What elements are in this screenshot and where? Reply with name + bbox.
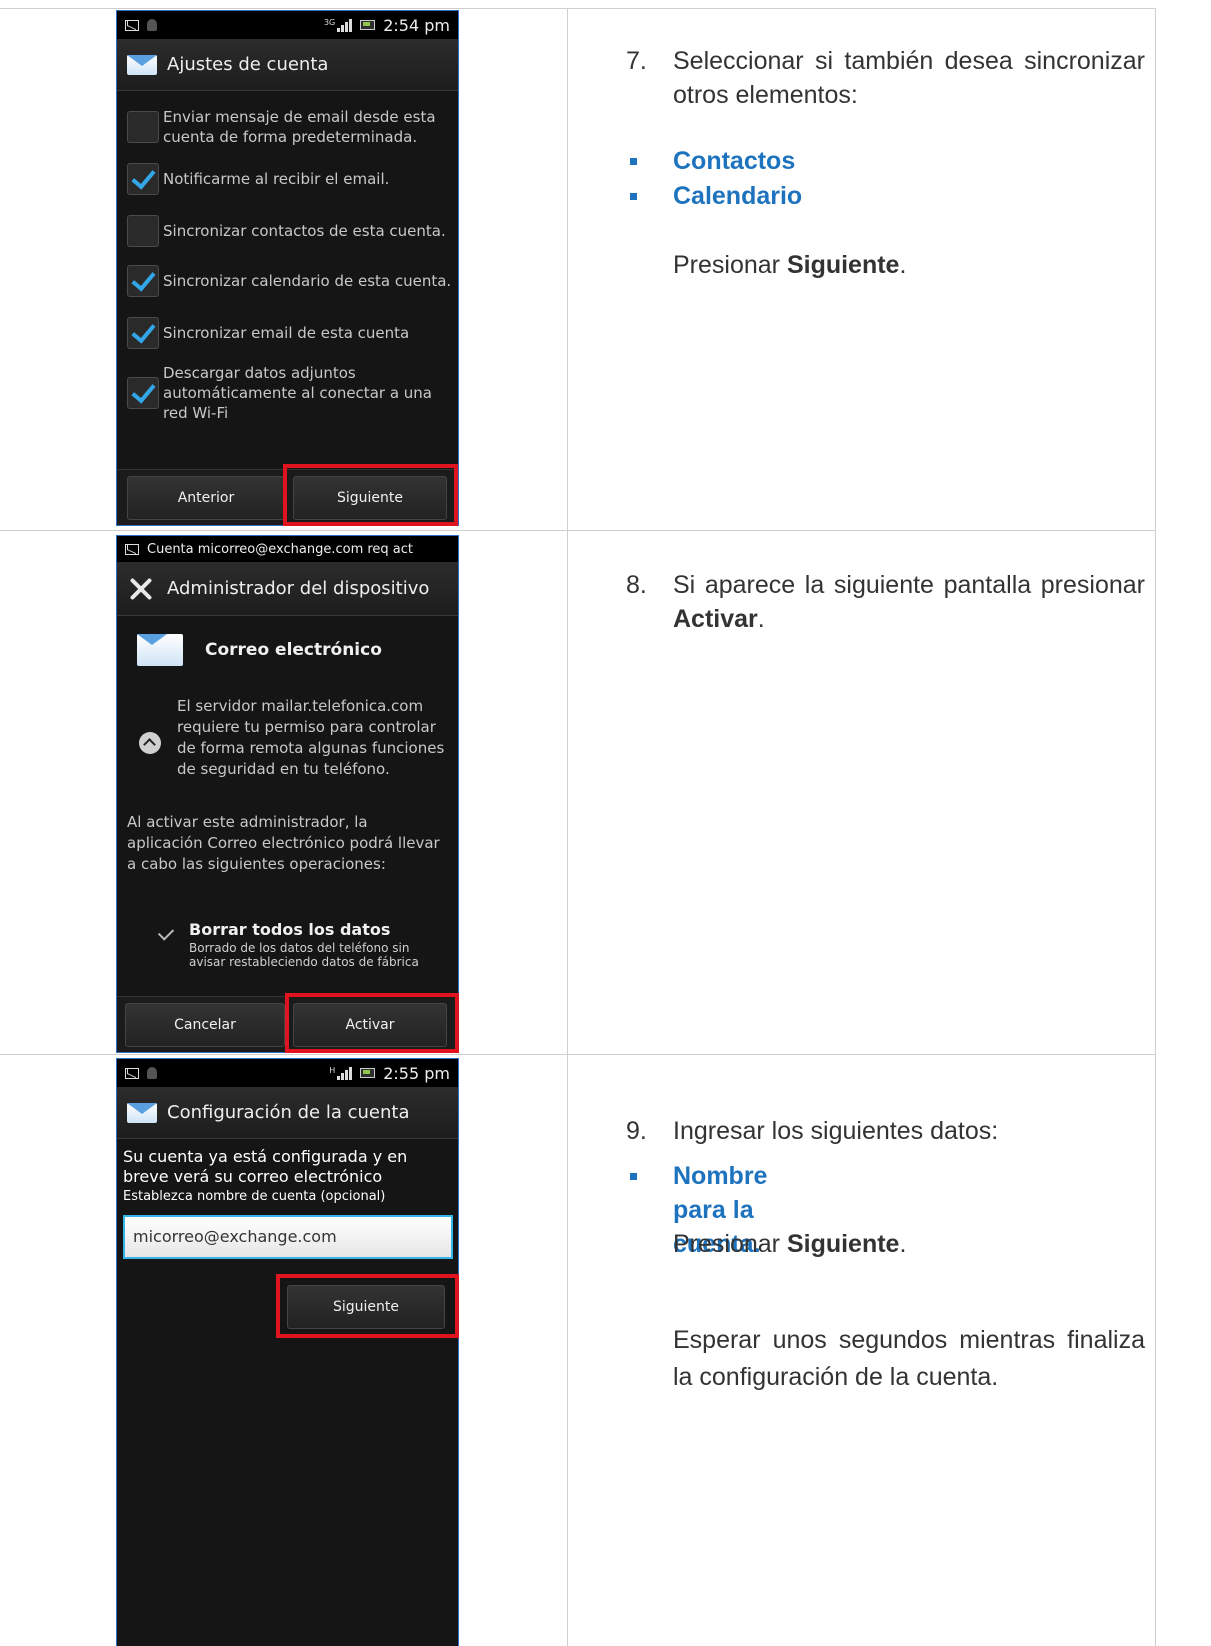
envelope-icon [127, 54, 157, 75]
signal-icon: H [329, 1066, 353, 1080]
option-default-account[interactable]: Enviar mensaje de email desde esta cuent… [127, 107, 452, 147]
screen-title: Configuración de la cuenta [167, 1102, 410, 1123]
tools-icon [127, 576, 155, 602]
screen-title-bar: Ajustes de cuenta [117, 39, 458, 91]
operation-description: Borrado de los datos del teléfono sin av… [189, 941, 419, 969]
option-sync-calendar[interactable]: Sincronizar calendario de esta cuenta. [127, 265, 452, 297]
previous-button[interactable]: Anterior [127, 476, 285, 520]
option-label: Sincronizar contactos de esta cuenta. [163, 222, 446, 240]
column-divider [567, 8, 568, 1646]
status-bar: H 2:55 pm [117, 1059, 458, 1087]
check-icon [157, 924, 175, 941]
envelope-icon [137, 634, 183, 666]
table-border-top [0, 8, 1156, 9]
option-label: Descargar datos adjuntos automáticamente… [163, 364, 432, 422]
battery-icon [360, 20, 376, 30]
row-divider-2 [0, 1054, 1156, 1055]
status-bar: Cuenta micorreo@exchange.com req act [117, 536, 458, 562]
press-instruction: Presionar Siguiente. [673, 1230, 907, 1258]
option-sync-contacts[interactable]: Sincronizar contactos de esta cuenta. [127, 215, 452, 247]
next-button[interactable]: Siguiente [287, 1285, 445, 1329]
notification-text: Cuenta micorreo@exchange.com req act [147, 541, 414, 557]
option-label: Notificarme al recibir el email. [163, 170, 390, 188]
checkbox-unchecked-icon[interactable] [127, 111, 159, 143]
bullet-icon [630, 158, 637, 165]
step-number: 7. [626, 47, 647, 75]
option-sync-email[interactable]: Sincronizar email de esta cuenta [127, 317, 452, 349]
bullet-item-contacts: Contactos [673, 147, 796, 175]
cancel-button[interactable]: Cancelar [125, 1003, 285, 1047]
status-time: 2:54 pm [383, 15, 450, 35]
screen-title: Ajustes de cuenta [167, 54, 329, 75]
screen-title-bar: Administrador del dispositivo [117, 562, 458, 616]
wait-instruction: Esperar unos segundos mientras finaliza … [673, 1326, 1145, 1391]
battery-icon [360, 1068, 376, 1078]
step-number: 9. [626, 1117, 647, 1145]
signal-icon: 3G [324, 18, 353, 32]
checkbox-checked-icon[interactable] [127, 317, 159, 349]
screen-title: Administrador del dispositivo [167, 578, 430, 599]
button-bar: Cancelar Activar [117, 996, 458, 1052]
option-label: Sincronizar email de esta cuenta [163, 324, 410, 342]
bullet-item-calendar: Calendario [673, 182, 803, 210]
option-label: Enviar mensaje de email desde esta cuent… [163, 108, 436, 146]
checkbox-unchecked-icon[interactable] [127, 215, 159, 247]
button-bar: Anterior Siguiente [117, 469, 458, 525]
bullet-icon [630, 1173, 637, 1180]
status-bar: 3G 2:54 pm [117, 11, 458, 39]
option-notify[interactable]: Notificarme al recibir el email. [127, 163, 452, 195]
email-notification-icon [125, 543, 139, 555]
permission-text: El servidor mailar.telefonica.com requie… [177, 697, 445, 778]
checkbox-checked-icon[interactable] [127, 265, 159, 297]
configured-message: Su cuenta ya está configurada y en breve… [123, 1147, 408, 1186]
activate-button[interactable]: Activar [293, 1003, 447, 1047]
operation-title: Borrar todos los datos [189, 920, 391, 939]
field-label: Establezca nombre de cuenta (opcional) [123, 1189, 386, 1204]
admin-description: Al activar este administrador, la aplica… [127, 813, 440, 873]
android-icon [147, 1067, 157, 1079]
checkbox-checked-icon[interactable] [127, 377, 159, 409]
row-divider-1 [0, 530, 1156, 531]
step-description: Si aparece la siguiente pantalla presion… [673, 571, 1145, 633]
table-border-right [1155, 8, 1156, 1646]
status-time: 2:55 pm [383, 1063, 450, 1083]
step-description: Ingresar los siguientes datos: [673, 1117, 999, 1145]
phone-screen-device-admin: Cuenta micorreo@exchange.com req act Adm… [116, 535, 459, 1053]
next-button[interactable]: Siguiente [293, 476, 447, 520]
checkbox-checked-icon[interactable] [127, 163, 159, 195]
envelope-icon [127, 1102, 157, 1123]
app-name: Correo electrónico [205, 640, 382, 660]
option-label: Sincronizar calendario de esta cuenta. [163, 272, 452, 290]
step-description: Seleccionar si también desea sincronizar… [673, 47, 1145, 109]
phone-screen-account-settings: 3G 2:54 pm Ajustes de cuenta Enviar mens… [116, 10, 459, 526]
email-notification-icon [125, 1067, 139, 1079]
app-header: Correo electrónico [137, 634, 382, 666]
expand-up-icon[interactable] [139, 732, 161, 754]
press-instruction: Presionar Siguiente. [673, 251, 907, 279]
account-name-input[interactable]: micorreo@exchange.com [123, 1215, 453, 1259]
email-notification-icon [125, 19, 139, 31]
step-number: 8. [626, 571, 647, 599]
phone-screen-account-config: H 2:55 pm Configuración de la cuenta Su … [116, 1058, 459, 1646]
bullet-icon [630, 193, 637, 200]
option-download-attachments[interactable]: Descargar datos adjuntos automáticamente… [127, 363, 452, 423]
android-icon [147, 19, 157, 31]
screen-title-bar: Configuración de la cuenta [117, 1087, 458, 1139]
